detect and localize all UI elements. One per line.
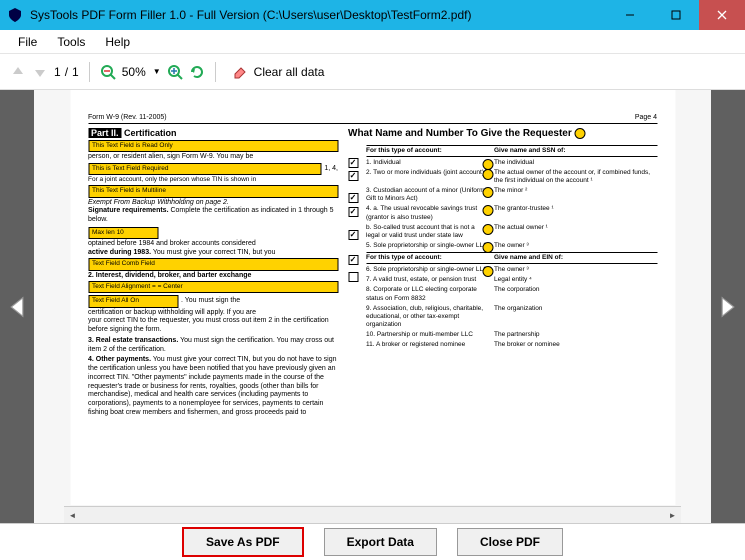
- checkbox[interactable]: ✓: [348, 171, 358, 181]
- table-row: 10. Partnership or multi-member LLCThe p…: [366, 331, 657, 339]
- menu-tools[interactable]: Tools: [47, 30, 95, 53]
- arrow-up-icon[interactable]: [10, 64, 26, 80]
- table-row: 11. A broker or registered nomineeThe br…: [366, 341, 657, 349]
- scroll-right-button[interactable]: ►: [664, 507, 681, 524]
- form-field-allon[interactable]: Text Field All On: [88, 295, 178, 307]
- maximize-button[interactable]: [653, 0, 699, 30]
- eraser-icon: [232, 64, 248, 80]
- table-row: 5. Sole proprietorship or single-owner L…: [366, 242, 657, 250]
- separator: [89, 62, 90, 82]
- table-row: 3. Custodian account of a minor (Uniform…: [366, 187, 657, 203]
- clear-all-data-button[interactable]: Clear all data: [226, 62, 331, 82]
- close-button[interactable]: [699, 0, 745, 30]
- table-row: 8. Corporate or LLC electing corporate s…: [366, 286, 657, 302]
- viewer: Form W-9 (Rev. 11-2005) Page 4 Part II. …: [0, 90, 745, 523]
- page-indicator: 1 / 1: [54, 65, 79, 79]
- table-row: 1. IndividualThe individual: [366, 159, 657, 167]
- minimize-button[interactable]: [607, 0, 653, 30]
- radio-field[interactable]: [482, 224, 493, 235]
- window-title: SysTools PDF Form Filler 1.0 - Full Vers…: [30, 8, 607, 22]
- zoom-out-icon[interactable]: [100, 64, 116, 80]
- export-data-button[interactable]: Export Data: [324, 528, 437, 556]
- save-as-pdf-button[interactable]: Save As PDF: [182, 527, 304, 557]
- table-row: 2. Two or more individuals (joint accoun…: [366, 169, 657, 185]
- form-field-maxlen[interactable]: Max len 10: [88, 227, 158, 239]
- titlebar: SysTools PDF Form Filler 1.0 - Full Vers…: [0, 0, 745, 30]
- checkbox[interactable]: ✓: [348, 255, 358, 265]
- page-total: 1: [72, 65, 79, 79]
- close-pdf-button[interactable]: Close PDF: [457, 528, 563, 556]
- page-number: Page 4: [635, 114, 657, 121]
- form-field-multiline[interactable]: This Text Field is Multiline: [88, 185, 338, 197]
- checkbox[interactable]: ✓: [348, 158, 358, 168]
- table-row: 4. a. The usual revocable savings trust …: [366, 205, 657, 221]
- form-field-readonly[interactable]: This Text Field is Read Only: [88, 140, 338, 152]
- next-page-arrow[interactable]: [711, 90, 745, 523]
- checkbox[interactable]: ✓: [348, 230, 358, 240]
- table-row: 7. A valid trust, estate, or pension tru…: [366, 276, 657, 284]
- horizontal-scrollbar[interactable]: ◄ ►: [64, 506, 681, 523]
- refresh-icon[interactable]: [189, 64, 205, 80]
- radio-field[interactable]: [482, 169, 493, 180]
- table-row: 9. Association, club, religious, charita…: [366, 305, 657, 329]
- radio-field[interactable]: [482, 242, 493, 253]
- checkbox[interactable]: ✓: [348, 207, 358, 217]
- scroll-left-button[interactable]: ◄: [64, 507, 81, 524]
- toolbar: 1 / 1 50%▼ Clear all data: [0, 54, 745, 90]
- separator: [215, 62, 216, 82]
- form-id: Form W-9 (Rev. 11-2005): [88, 114, 167, 121]
- checkbox[interactable]: [348, 272, 358, 282]
- checkbox[interactable]: ✓: [348, 193, 358, 203]
- scroll-track[interactable]: [81, 507, 664, 523]
- app-icon: [7, 7, 23, 23]
- zoom-in-icon[interactable]: [167, 64, 183, 80]
- document-area[interactable]: Form W-9 (Rev. 11-2005) Page 4 Part II. …: [34, 90, 711, 523]
- arrow-down-icon[interactable]: [32, 64, 48, 80]
- menu-help[interactable]: Help: [95, 30, 140, 53]
- page-sep: /: [65, 65, 68, 79]
- form-field-center[interactable]: Text Field Alignment = = Center: [88, 281, 338, 293]
- table-row: b. So-called trust account that is not a…: [366, 224, 657, 240]
- radio-field[interactable]: [575, 128, 586, 139]
- pdf-page: Form W-9 (Rev. 11-2005) Page 4 Part II. …: [70, 90, 675, 505]
- table-row: 6. Sole proprietorship or single-owner L…: [366, 266, 657, 274]
- form-field-required[interactable]: This is Text Field Required: [88, 163, 321, 175]
- prev-page-arrow[interactable]: [0, 90, 34, 523]
- page-current: 1: [54, 65, 61, 79]
- menubar: File Tools Help: [0, 30, 745, 54]
- form-field-comb[interactable]: Text Field Comb Field: [88, 258, 338, 270]
- zoom-level[interactable]: 50%▼: [122, 65, 161, 79]
- footer: Save As PDF Export Data Close PDF: [0, 523, 745, 560]
- menu-file[interactable]: File: [8, 30, 47, 53]
- clear-label: Clear all data: [254, 65, 325, 79]
